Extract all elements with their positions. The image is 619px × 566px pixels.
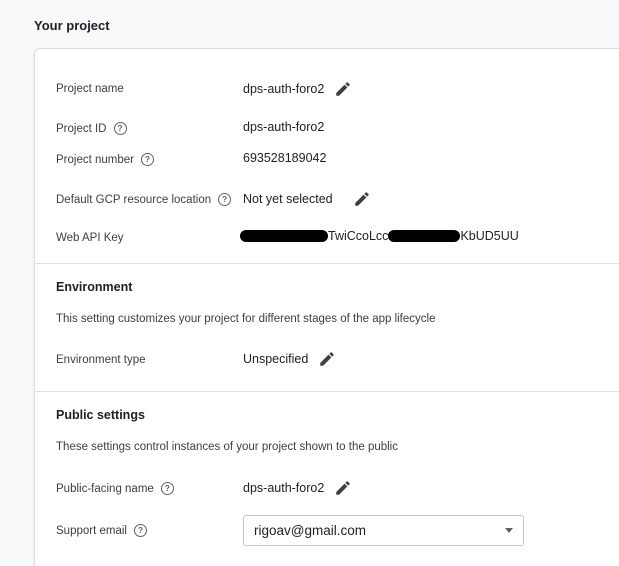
support-email-label-text: Support email bbox=[56, 524, 127, 537]
dropdown-caret-icon bbox=[505, 528, 513, 533]
project-settings-page: Your project Project name dps-auth-foro2… bbox=[0, 0, 619, 566]
gcp-location-row: Not yet selected bbox=[243, 190, 371, 208]
environment-description: This setting customizes your project for… bbox=[56, 313, 436, 325]
project-number-value: 693528189042 bbox=[243, 151, 327, 165]
section-divider bbox=[35, 391, 619, 392]
help-circle-icon[interactable]: ? bbox=[140, 153, 154, 166]
pencil-icon[interactable] bbox=[334, 479, 352, 497]
help-circle-icon[interactable]: ? bbox=[218, 193, 232, 206]
project-id-label-text: Project ID bbox=[56, 122, 107, 135]
project-name-row: dps-auth-foro2 bbox=[243, 80, 352, 98]
gcp-location-label: Default GCP resource location ? bbox=[56, 193, 232, 206]
support-email-value: rigoav@gmail.com bbox=[254, 523, 366, 538]
project-name-value: dps-auth-foro2 bbox=[243, 82, 325, 96]
environment-type-value: Unspecified bbox=[243, 352, 309, 366]
support-email-select[interactable]: rigoav@gmail.com bbox=[243, 515, 524, 546]
support-email-label: Support email ? bbox=[56, 524, 147, 537]
section-divider bbox=[35, 263, 619, 264]
environment-type-row: Unspecified bbox=[243, 350, 336, 368]
project-id-value: dps-auth-foro2 bbox=[243, 120, 325, 134]
public-facing-name-label-text: Public-facing name bbox=[56, 482, 154, 495]
environment-type-label-text: Environment type bbox=[56, 354, 146, 366]
redaction-mark bbox=[240, 230, 328, 242]
project-id-label: Project ID ? bbox=[56, 122, 127, 135]
public-settings-title: Public settings bbox=[56, 408, 145, 422]
web-api-key-label: Web API Key bbox=[56, 232, 124, 244]
section-title: Your project bbox=[34, 18, 110, 33]
gcp-location-value: Not yet selected bbox=[243, 192, 333, 206]
project-name-label-text: Project name bbox=[56, 83, 124, 95]
pencil-icon[interactable] bbox=[353, 190, 371, 208]
public-facing-name-row: dps-auth-foro2 bbox=[243, 479, 352, 497]
help-circle-icon[interactable]: ? bbox=[160, 482, 174, 495]
redaction-mark bbox=[388, 230, 461, 242]
environment-type-label: Environment type bbox=[56, 354, 146, 366]
public-facing-name-value: dps-auth-foro2 bbox=[243, 481, 325, 495]
api-key-fragment: TwiCcoLcc bbox=[328, 229, 389, 243]
web-api-key-value: TwiCcoLcc KbUD5UU bbox=[240, 229, 519, 243]
public-facing-name-label: Public-facing name ? bbox=[56, 482, 174, 495]
project-name-label: Project name bbox=[56, 83, 124, 95]
api-key-fragment: KbUD5UU bbox=[460, 229, 519, 243]
project-number-label: Project number ? bbox=[56, 153, 154, 166]
project-number-label-text: Project number bbox=[56, 153, 134, 166]
pencil-icon[interactable] bbox=[318, 350, 336, 368]
project-card: Project name dps-auth-foro2 Project ID ?… bbox=[34, 48, 619, 566]
public-settings-description: These settings control instances of your… bbox=[56, 441, 398, 453]
help-circle-icon[interactable]: ? bbox=[113, 122, 127, 135]
web-api-key-label-text: Web API Key bbox=[56, 232, 124, 244]
gcp-location-label-text: Default GCP resource location bbox=[56, 193, 212, 206]
help-circle-icon[interactable]: ? bbox=[133, 524, 147, 537]
pencil-icon[interactable] bbox=[334, 80, 352, 98]
environment-title: Environment bbox=[56, 280, 133, 294]
